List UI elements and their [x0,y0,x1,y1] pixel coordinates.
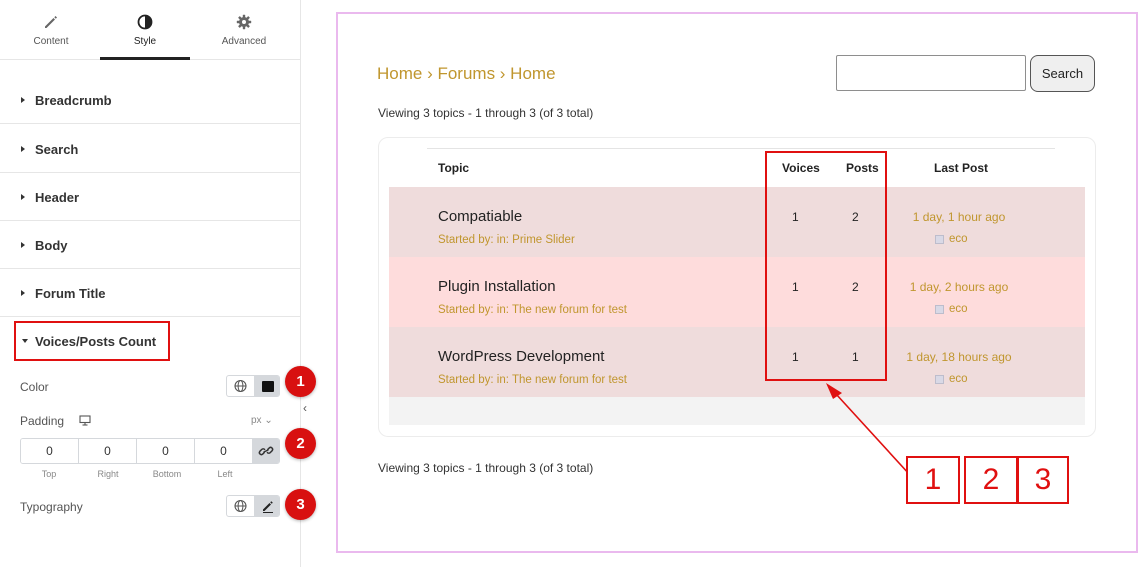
header-last-post: Last Post [934,161,989,175]
global-color-button[interactable] [227,376,254,396]
avatar [935,374,944,384]
last-post-author[interactable]: eco [935,303,968,315]
section-label: Forum Title [35,286,106,301]
collapse-panel-icon[interactable]: ‹ [303,401,307,415]
color-controls [226,375,280,397]
padding-right-caption: Right [97,469,119,479]
section-label: Body [35,238,68,253]
topic-title-link[interactable]: Compatiable [438,208,522,225]
section-forum-title[interactable]: Forum Title [0,269,300,317]
section-label: Header [35,190,80,205]
contrast-icon [137,14,153,30]
topic-meta[interactable]: Started by: in: The new forum for test [438,374,627,386]
step-badge-2: 2 [285,428,316,459]
pencil-icon [263,501,273,513]
caret-right-icon [21,146,25,152]
typography-label: Typography [20,500,83,514]
global-typography-button[interactable] [227,496,254,516]
caret-right-icon [21,242,25,248]
caret-right-icon [21,194,25,200]
last-post-author[interactable]: eco [935,373,968,385]
chevron-down-icon: ⌄ [264,415,273,426]
table-row: Compatiable Started by: in: Prime Slider… [389,187,1085,257]
color-label: Color [20,380,49,394]
section-label: Breadcrumb [35,93,112,108]
desktop-icon[interactable] [79,415,91,426]
color-swatch [262,381,274,392]
padding-top-caption: Top [41,469,57,479]
callout-1: 1 [906,456,960,504]
last-post-link[interactable]: 1 day, 1 hour ago [886,210,1032,224]
search-input[interactable] [836,55,1026,91]
step-badge-3: 3 [285,489,316,520]
tab-content[interactable]: Content [6,0,96,59]
section-header[interactable]: Header [0,173,300,221]
header-topic: Topic [438,161,470,175]
author-name: eco [949,373,968,385]
pagination-count-bottom: Viewing 3 topics - 1 through 3 (of 3 tot… [378,461,594,475]
topic-meta[interactable]: Started by: in: The new forum for test [438,304,627,316]
unit-value: px [251,415,262,426]
tab-style-label: Style [133,36,157,47]
pencil-icon [45,16,57,28]
gear-icon [236,14,252,30]
section-voices-posts-count[interactable]: Voices/Posts Count [14,321,170,361]
table-footer [389,397,1085,425]
globe-icon [234,499,247,513]
globe-icon [234,379,247,393]
table-header-divider [427,148,1055,149]
caret-down-icon [22,339,28,343]
typography-controls [226,495,280,517]
tab-advanced[interactable]: Advanced [199,0,289,59]
tab-advanced-label: Advanced [221,36,267,47]
table-row: WordPress Development Started by: in: Th… [389,327,1085,397]
section-body[interactable]: Body [0,221,300,269]
breadcrumb[interactable]: Home › Forums › Home [377,64,556,84]
caret-right-icon [21,97,25,103]
author-name: eco [949,233,968,245]
padding-unit-select[interactable]: px ⌄ [251,415,273,426]
section-search[interactable]: Search [0,125,300,173]
padding-inputs: 0 0 0 0 [20,438,280,464]
padding-top-input[interactable]: 0 [21,439,79,463]
search-button[interactable]: Search [1030,55,1095,92]
table-row: Plugin Installation Started by: in: The … [389,257,1085,327]
voices-posts-highlight [765,151,887,381]
padding-bottom-caption: Bottom [152,469,182,479]
tab-content-label: Content [33,36,69,47]
section-label: Voices/Posts Count [35,334,157,349]
callout-3: 3 [1017,456,1069,504]
editor-panel: Content Style Advanced Breadcrumb Search… [0,0,301,567]
avatar [935,234,944,244]
padding-left-caption: Left [217,469,233,479]
topic-title-link[interactable]: WordPress Development [438,348,604,365]
topic-meta[interactable]: Started by: in: Prime Slider [438,234,575,246]
caret-right-icon [21,290,25,296]
link-values-button[interactable] [253,439,279,463]
last-post-link[interactable]: 1 day, 2 hours ago [886,280,1032,294]
padding-label: Padding [20,414,65,428]
pagination-count-top: Viewing 3 topics - 1 through 3 (of 3 tot… [378,106,594,120]
link-icon [258,446,274,456]
color-picker-button[interactable] [254,376,279,396]
padding-left-input[interactable]: 0 [195,439,253,463]
edit-typography-button[interactable] [254,496,279,516]
avatar [935,304,944,314]
panel-tabs: Content Style Advanced [0,0,300,60]
tab-style[interactable]: Style [100,0,190,60]
last-post-link[interactable]: 1 day, 18 hours ago [886,350,1032,364]
padding-bottom-input[interactable]: 0 [137,439,195,463]
last-post-author[interactable]: eco [935,233,968,245]
callout-2: 2 [964,456,1018,504]
section-breadcrumb[interactable]: Breadcrumb [0,76,300,124]
topic-title-link[interactable]: Plugin Installation [438,278,556,295]
padding-right-input[interactable]: 0 [79,439,137,463]
section-label: Search [35,142,79,157]
author-name: eco [949,303,968,315]
step-badge-1: 1 [285,366,316,397]
